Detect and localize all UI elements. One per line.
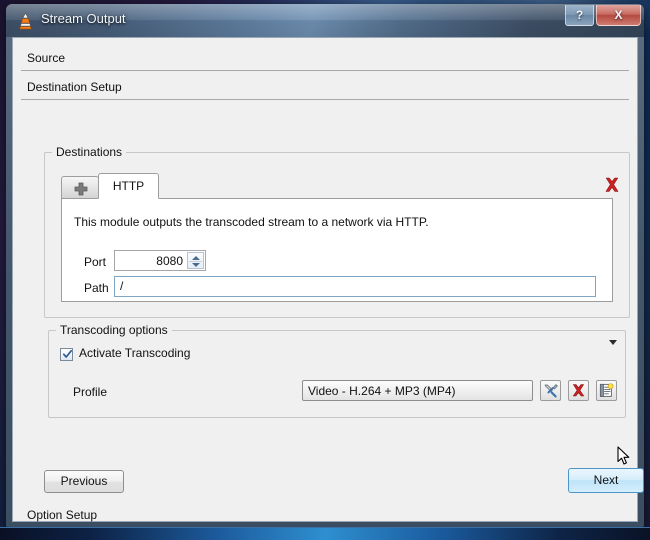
desktop-background: Stream Output ? X Source Destination Set… [0,0,650,540]
new-profile-list-icon [599,383,614,397]
window-titlebar[interactable]: Stream Output ? X [6,4,644,37]
section-header-destination-setup[interactable]: Destination Setup [21,76,629,100]
chevron-down-icon[interactable] [609,340,617,345]
edit-profile-button[interactable] [540,380,561,401]
destination-tab-http[interactable]: HTTP [98,173,159,199]
checkbox-box [60,348,73,361]
port-value: 8080 [156,254,183,268]
profile-label: Profile [73,385,108,399]
stepper-down-icon[interactable] [192,263,200,267]
destinations-group-title: Destinations [52,145,127,159]
section-header-source[interactable]: Source [21,47,629,71]
stepper-up-icon[interactable] [192,256,200,260]
destination-tab-panel: This module outputs the transcoded strea… [61,198,613,302]
checkmark-icon [63,350,72,358]
new-profile-button[interactable] [596,380,617,401]
plus-icon [74,182,88,196]
close-button[interactable]: X [596,5,641,26]
port-label: Port [84,255,107,269]
section-header-option-setup[interactable]: Option Setup [21,504,631,528]
module-description: This module outputs the transcoded strea… [74,215,429,229]
path-input[interactable]: / [114,276,596,297]
vlc-cone-icon [19,12,32,30]
stream-output-window: Stream Output ? X Source Destination Set… [6,4,644,540]
previous-button[interactable]: Previous [44,470,124,493]
tools-icon [544,384,558,398]
transcoding-options-groupbox: Transcoding options Activate Transcoding… [48,323,626,418]
transcoding-group-title: Transcoding options [56,323,172,337]
red-x-icon [572,384,585,397]
port-input[interactable]: 8080 [114,250,206,271]
destination-tabbar: HTTP [61,173,613,199]
path-label: Path [84,281,109,295]
taskbar-strip [0,527,650,540]
activate-transcoding-label: Activate Transcoding [79,346,191,360]
dialog-client-area: Source Destination Setup Destinations HT… [12,37,644,540]
help-button[interactable]: ? [565,5,594,26]
delete-profile-button[interactable] [568,380,589,401]
window-title: Stream Output [41,11,126,26]
destinations-groupbox: Destinations HTTP This module outputs th… [44,145,630,318]
add-destination-tab[interactable] [61,176,99,199]
next-button[interactable]: Next [568,468,644,493]
stepper-divider [189,261,202,262]
remove-destination-icon[interactable] [603,176,621,194]
port-stepper[interactable] [187,252,204,269]
profile-select[interactable]: Video - H.264 + MP3 (MP4) [302,380,533,401]
